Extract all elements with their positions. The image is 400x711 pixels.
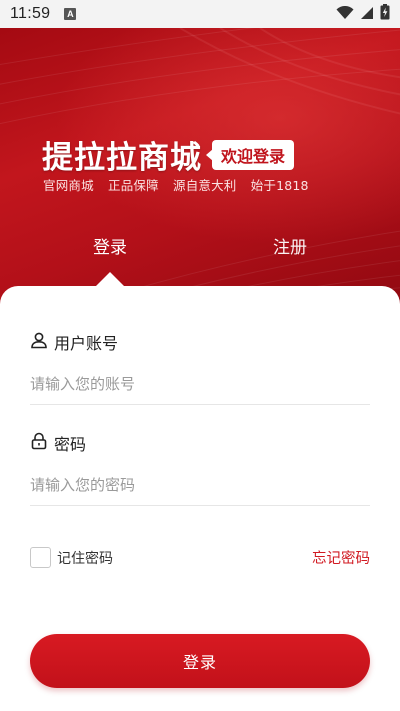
- status-time: 11:59: [10, 5, 51, 22]
- tab-login[interactable]: 登录: [55, 233, 165, 258]
- password-field: 密码: [30, 431, 370, 506]
- account-label-row: 用户账号: [30, 330, 370, 354]
- login-card: 用户账号 密码 记住密码 忘记密码 登录: [0, 286, 400, 711]
- status-right: [336, 4, 390, 24]
- password-label-row: 密码: [30, 431, 370, 455]
- status-bar: 11:59 A: [0, 0, 400, 28]
- brand-row: 提拉拉商城 欢迎登录: [42, 132, 295, 177]
- battery-charging-icon: [380, 4, 390, 24]
- lock-icon: [30, 432, 48, 454]
- account-field: 用户账号: [30, 330, 370, 405]
- notification-a-icon: A: [64, 8, 77, 20]
- brand-title: 提拉拉商城: [42, 140, 202, 176]
- tab-register[interactable]: 注册: [235, 233, 345, 258]
- remember-checkbox[interactable]: [30, 547, 51, 568]
- forgot-password-link[interactable]: 忘记密码: [312, 547, 370, 568]
- slogan-item: 始于1818: [250, 178, 309, 193]
- account-label: 用户账号: [54, 334, 119, 353]
- password-label: 密码: [54, 435, 87, 454]
- welcome-badge: 欢迎登录: [212, 139, 295, 170]
- status-left: 11:59 A: [10, 5, 77, 23]
- account-divider: [30, 404, 370, 405]
- password-input[interactable]: [30, 467, 370, 503]
- account-input[interactable]: [30, 366, 370, 402]
- slogan-item: 源自意大利: [173, 178, 237, 193]
- remember-row: 记住密码 忘记密码: [30, 547, 370, 568]
- user-icon: [30, 331, 48, 353]
- hero-banner: 提拉拉商城 欢迎登录 官网商城 正品保障 源自意大利 始于1818 登录 注册: [0, 28, 400, 318]
- login-button[interactable]: 登录: [30, 634, 370, 688]
- password-divider: [30, 505, 370, 506]
- remember-password: 记住密码: [30, 547, 113, 568]
- slogan: 官网商城 正品保障 源自意大利 始于1818: [43, 175, 319, 194]
- slogan-item: 官网商城: [43, 178, 94, 193]
- wifi-icon: [336, 5, 354, 24]
- slogan-item: 正品保障: [108, 178, 159, 193]
- auth-tabs: 登录 注册: [0, 233, 400, 273]
- active-tab-indicator: [96, 272, 124, 286]
- remember-label: 记住密码: [57, 550, 113, 567]
- signal-icon: [360, 5, 374, 24]
